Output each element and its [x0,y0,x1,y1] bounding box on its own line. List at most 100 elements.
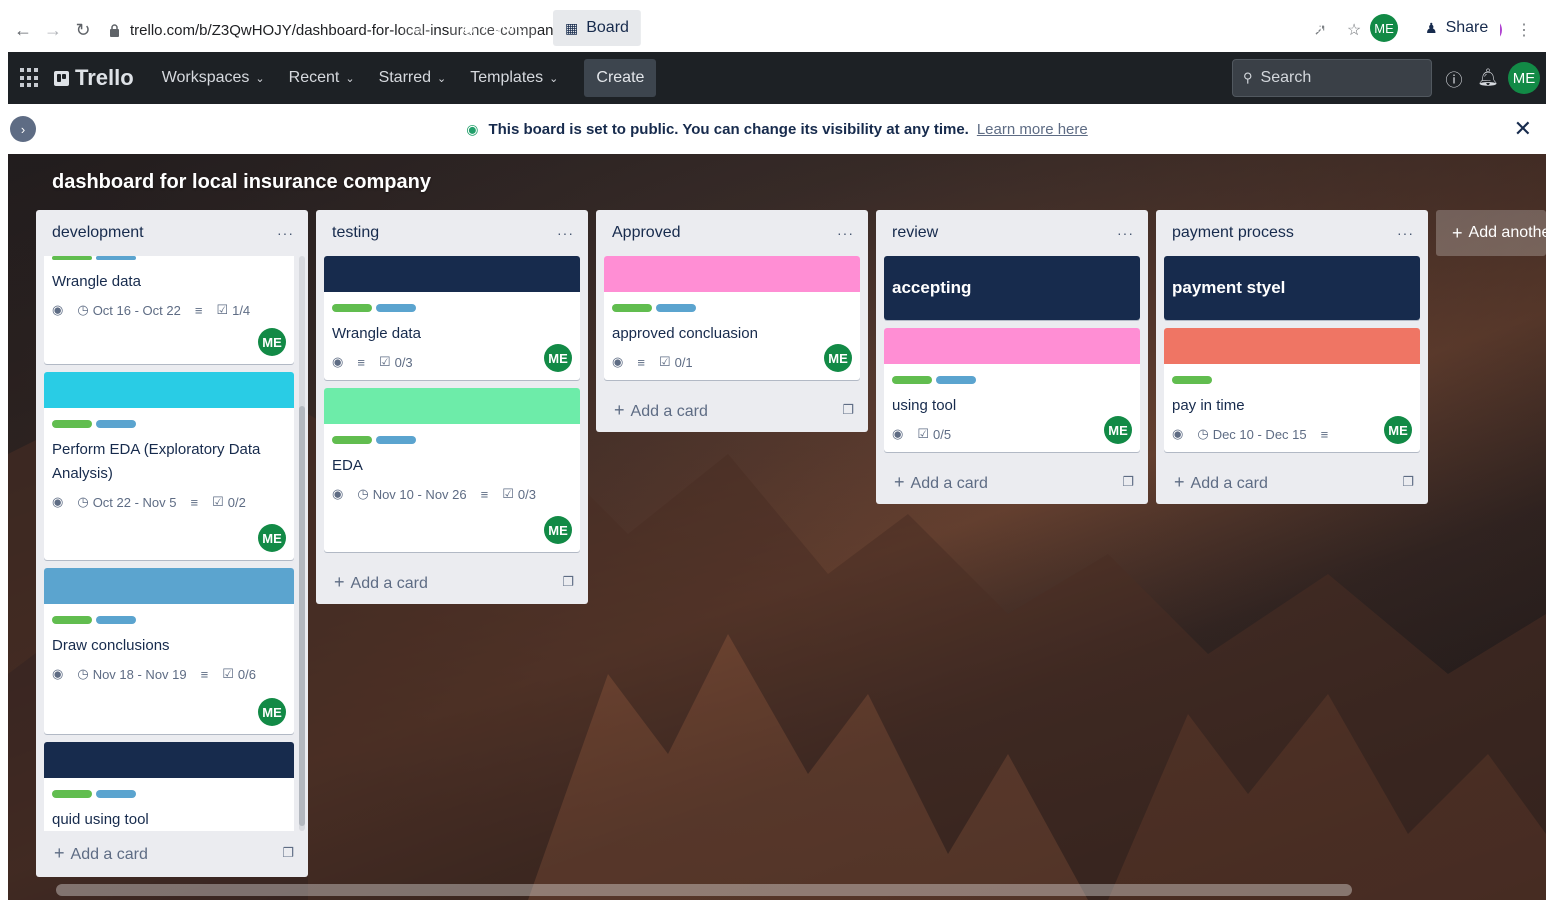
search-input[interactable]: ⚲ Search [1232,59,1432,97]
card[interactable]: pay in time ◉ ◷ Dec 10 - Dec 15 ≡ ME [1164,328,1420,452]
card[interactable]: accepting [884,256,1140,320]
card-template-icon[interactable]: ❐ [1122,474,1134,490]
member-avatar[interactable]: ME [824,344,852,372]
sidebar-expand-button[interactable]: › [10,116,36,142]
card-template-icon[interactable]: ❐ [562,574,574,590]
list-menu-icon[interactable]: ··· [1397,225,1414,241]
list-title[interactable]: testing [332,224,379,242]
create-button[interactable]: Create [584,59,657,97]
board-view-icon: ▦ [565,19,579,36]
member-avatar[interactable]: ME [258,328,286,356]
list-header[interactable]: review ··· [876,210,1148,256]
clock-icon: ◷ [77,494,89,509]
user-avatar[interactable]: ME [1508,62,1540,94]
add-card-label: Add a card [910,474,988,492]
add-card-label: Add a card [70,845,148,863]
list-menu-icon[interactable]: ··· [837,225,854,241]
filter-button[interactable]: ≡ Filter [1278,10,1354,46]
card[interactable]: EDA ◉ ◷ Nov 10 - Nov 26 ≡ ☑ 0/3 ME [324,388,580,552]
list-header[interactable]: development ··· [36,210,308,256]
forward-icon[interactable]: → [38,15,68,45]
member-avatar[interactable]: ME [258,524,286,552]
card[interactable]: payment styel [1164,256,1420,320]
add-list-button[interactable]: + Add another list [1436,210,1546,256]
clock-icon: ◷ [1197,426,1209,441]
list-title[interactable]: review [892,224,938,242]
list-header[interactable]: testing ··· [316,210,588,256]
list-menu-icon[interactable]: ··· [277,225,294,241]
list-header[interactable]: payment process ··· [1156,210,1428,256]
member-avatar[interactable]: ME [544,344,572,372]
due-date-badge: ◷ Nov 10 - Nov 26 [357,486,466,502]
menu-starred[interactable]: Starred ⌄ [367,60,459,96]
menu-workspaces[interactable]: Workspaces ⌄ [150,60,277,96]
list-title[interactable]: Approved [612,224,681,242]
automation-button[interactable]: ⚡︎ Automation [1016,10,1139,46]
trello-logo[interactable]: Trello [54,65,134,91]
add-card-button[interactable]: + Add a card ❐ [876,460,1148,504]
board-view-button[interactable]: ▦ Board [553,10,641,46]
card-cover [604,256,860,292]
card[interactable]: Draw conclusions ◉ ◷ Nov 18 - Nov 19 ≡ ☑ 0… [44,568,294,734]
card-template-icon[interactable]: ❐ [282,845,294,861]
member-avatar[interactable]: ME [1384,416,1412,444]
list-menu-icon[interactable]: ··· [557,225,574,241]
list-title[interactable]: payment process [1172,224,1294,242]
add-card-button[interactable]: + Add a card ❐ [316,560,588,604]
card[interactable]: Wrangle data ◉ ≡ ☑ 0/3 ME [324,256,580,380]
board-member-avatar[interactable]: ME [1370,14,1398,42]
back-icon[interactable]: ← [8,15,38,45]
checklist-text: 0/6 [237,666,256,682]
add-card-button[interactable]: + Add a card ❐ [36,831,308,875]
due-date-text: Nov 18 - Nov 19 [92,666,187,682]
card[interactable]: quid using tool [44,742,294,831]
checklist-icon: ☑ [222,666,234,681]
card-template-icon[interactable]: ❐ [1402,474,1414,490]
automation-label: Automation [1045,19,1127,36]
list-header[interactable]: Approved ··· [596,210,868,256]
board-menu-button[interactable]: ··· [1504,10,1538,46]
card[interactable]: Wrangle data ◉ ◷ Oct 16 - Oct 22 ≡ ☑ 1/4 M… [44,256,294,364]
clock-icon: ◷ [77,302,89,317]
list-scrollbar[interactable] [299,256,305,831]
reload-icon[interactable]: ↻ [68,15,98,45]
info-icon[interactable]: ⓘ [1442,66,1466,90]
star-board-button[interactable]: ☆ [402,10,432,46]
description-icon: ≡ [190,494,199,510]
member-avatar[interactable]: ME [544,516,572,544]
card[interactable]: approved concluasion ◉ ≡ ☑ 0/1 ME [604,256,860,380]
checklist-icon: ☑ [216,302,229,317]
scrollbar-thumb[interactable] [299,406,305,826]
checklist-icon: ☑ [658,354,671,369]
bell-icon[interactable]: 🔔︎ [1476,66,1500,90]
description-icon: ≡ [1320,426,1329,442]
share-button[interactable]: ♟ Share [1413,10,1501,46]
list-menu-icon[interactable]: ··· [1117,225,1134,241]
card-cover-title: accepting [884,256,1140,320]
description-icon: ≡ [637,354,645,370]
add-card-button[interactable]: + Add a card ❐ [596,388,868,432]
add-card-button[interactable]: + Add a card ❐ [1156,460,1428,504]
board-title[interactable]: dashboard for local insurance company [52,171,431,194]
globe-icon: ◉ [462,19,475,36]
chevron-down-icon: ⌄ [549,72,559,85]
list-title[interactable]: development [52,224,144,242]
card[interactable]: using tool ◉ ☑ 0/5 ME [884,328,1140,452]
board-horizontal-scrollbar[interactable] [56,884,1352,896]
menu-recent[interactable]: Recent ⌄ [277,60,367,96]
powerups-button[interactable]: ➤ Power-Ups [1138,10,1261,46]
menu-templates[interactable]: Templates ⌄ [458,60,570,96]
member-avatar[interactable]: ME [258,698,286,726]
close-icon[interactable]: ✕ [1514,116,1532,142]
app-switcher-icon[interactable] [20,68,40,88]
visibility-button[interactable]: ◉ Public [450,10,538,46]
checklist-badge: ☑ 0/5 [917,426,951,442]
description-icon: ≡ [194,302,203,318]
card-template-icon[interactable]: ❐ [842,402,854,418]
view-switcher-button[interactable]: ⌄ [640,10,672,46]
menu-label: Starred [378,69,432,86]
member-avatar[interactable]: ME [1104,416,1132,444]
card[interactable]: Perform EDA (Exploratory Data Analysis) … [44,372,294,560]
checklist-badge: ☑ 1/4 [216,302,250,318]
learn-more-link[interactable]: Learn more here [977,121,1088,138]
